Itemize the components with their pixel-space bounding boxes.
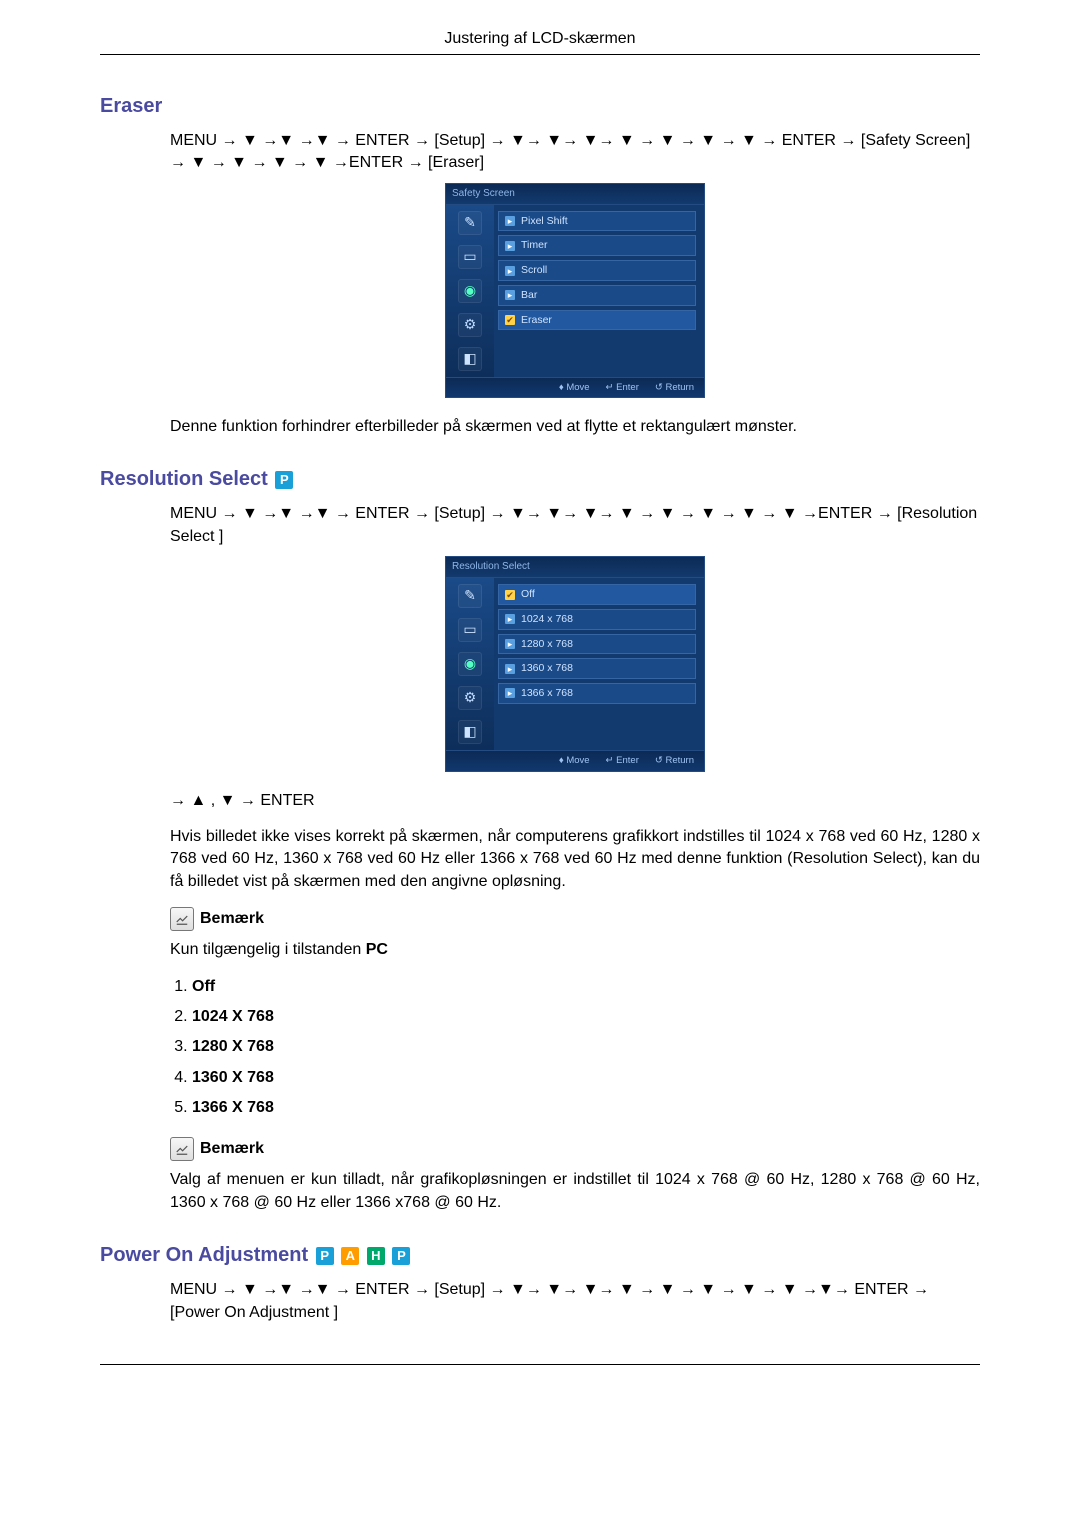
section-title-poweron: Power On Adjustment P A H P	[100, 1244, 980, 1267]
osd-item-selected: ✔Eraser	[498, 310, 696, 331]
badge-p-icon: P	[275, 471, 293, 489]
note-label: Bemærk	[200, 908, 264, 930]
page-header: Justering af LCD-skærmen	[100, 30, 980, 55]
info-icon: ◧	[458, 720, 482, 744]
footer-divider	[100, 1364, 980, 1365]
osd-item: ▸Bar	[498, 285, 696, 306]
brush-icon: ✎	[458, 211, 482, 235]
info-icon: ◧	[458, 347, 482, 371]
gear-icon: ⚙	[458, 686, 482, 710]
osd-item: ▸1280 x 768	[498, 634, 696, 655]
circle-icon: ◉	[458, 652, 482, 676]
badge-p-icon: P	[316, 1247, 334, 1265]
enter-icon: ↵	[606, 755, 614, 766]
osd-safety-screen: Safety Screen ✎ ▭ ◉ ⚙ ◧ ▸Pixel Shift ▸Ti…	[445, 183, 705, 398]
menu-path-poweron: MENU → ▼ →▼ →▼ → ENTER → [Setup] → ▼→ ▼→…	[170, 1279, 980, 1324]
brush-icon: ✎	[458, 584, 482, 608]
list-item: 1360 X 768	[192, 1067, 980, 1089]
osd-item: ▸1360 x 768	[498, 658, 696, 679]
move-icon: ♦	[559, 382, 564, 393]
circle-icon: ◉	[458, 279, 482, 303]
note1-text: Kun tilgængelig i tilstanden PC	[170, 939, 980, 961]
return-icon: ↺	[655, 382, 663, 393]
osd-sidebar: ✎ ▭ ◉ ⚙ ◧	[446, 578, 494, 750]
osd-item: ▸Scroll	[498, 260, 696, 281]
osd-title: Resolution Select	[445, 556, 705, 577]
osd-footer: ♦ Move ↵ Enter ↺ Return	[445, 751, 705, 771]
resolution-list: Off 1024 X 768 1280 X 768 1360 X 768 136…	[170, 976, 980, 1120]
osd-item: ▸1366 x 768	[498, 683, 696, 704]
section-title-resolution: Resolution Select P	[100, 468, 980, 491]
return-icon: ↺	[655, 755, 663, 766]
nav-hint: → ▲ , ▼ → ENTER	[170, 790, 980, 812]
osd-footer: ♦ Move ↵ Enter ↺ Return	[445, 378, 705, 398]
note-icon	[170, 907, 194, 931]
note2-text: Valg af menuen er kun tilladt, når grafi…	[170, 1169, 980, 1214]
osd-title: Safety Screen	[445, 183, 705, 204]
osd-item-selected: ✔Off	[498, 584, 696, 605]
osd-sidebar: ✎ ▭ ◉ ⚙ ◧	[446, 205, 494, 377]
badge-h-icon: H	[367, 1247, 385, 1265]
note-label: Bemærk	[200, 1138, 264, 1160]
menu-path-resolution: MENU → ▼ →▼ →▼ → ENTER → [Setup] → ▼→ ▼→…	[170, 503, 980, 548]
section-title-eraser: Eraser	[100, 95, 980, 118]
screen-icon: ▭	[458, 245, 482, 269]
list-item: Off	[192, 976, 980, 998]
list-item: 1024 X 768	[192, 1006, 980, 1028]
badge-a-icon: A	[341, 1247, 359, 1265]
osd-item: ▸Pixel Shift	[498, 211, 696, 232]
list-item: 1366 X 768	[192, 1097, 980, 1119]
note-row: Bemærk	[170, 907, 980, 931]
osd-item: ▸1024 x 768	[498, 609, 696, 630]
eraser-description: Denne funktion forhindrer efterbilleder …	[170, 416, 980, 438]
osd-resolution-select: Resolution Select ✎ ▭ ◉ ⚙ ◧ ✔Off ▸1024 x…	[445, 556, 705, 771]
osd-list: ✔Off ▸1024 x 768 ▸1280 x 768 ▸1360 x 768…	[494, 578, 704, 750]
gear-icon: ⚙	[458, 313, 482, 337]
enter-icon: ↵	[606, 382, 614, 393]
resolution-description: Hvis billedet ikke vises korrekt på skær…	[170, 826, 980, 893]
osd-list: ▸Pixel Shift ▸Timer ▸Scroll ▸Bar ✔Eraser	[494, 205, 704, 377]
menu-path-eraser: MENU → ▼ →▼ →▼ → ENTER → [Setup] → ▼→ ▼→…	[170, 130, 980, 175]
badge-p-icon: P	[392, 1247, 410, 1265]
screen-icon: ▭	[458, 618, 482, 642]
move-icon: ♦	[559, 755, 564, 766]
list-item: 1280 X 768	[192, 1036, 980, 1058]
note-icon	[170, 1137, 194, 1161]
osd-item: ▸Timer	[498, 235, 696, 256]
note-row: Bemærk	[170, 1137, 980, 1161]
